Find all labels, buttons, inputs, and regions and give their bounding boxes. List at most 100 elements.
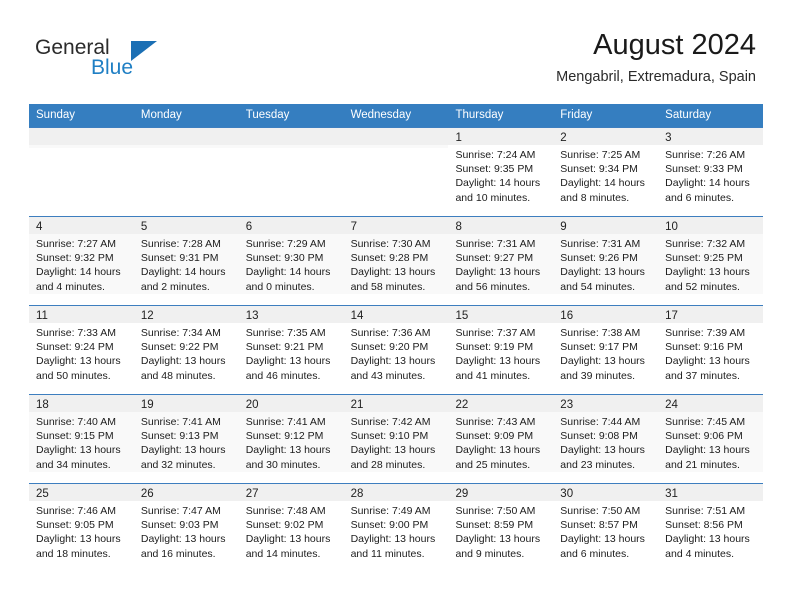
day-number: 12 [140, 310, 154, 322]
daylight-line-1: Daylight: 14 hours [245, 266, 331, 279]
day-cell[interactable]: 12 Sunrise: 7:34 AM Sunset: 9:22 PM Dayligh… [133, 305, 239, 394]
day-cell[interactable]: 13 Sunrise: 7:35 AM Sunset: 9:21 PM Dayligh… [238, 305, 344, 394]
day-cell[interactable]: 22 Sunrise: 7:43 AM Sunset: 9:09 PM Dayligh… [448, 394, 554, 483]
day-cell[interactable]: 8 Sunrise: 7:31 AM Sunset: 9:27 PM Daylight… [448, 216, 554, 305]
day-cell[interactable]: 15 Sunrise: 7:37 AM Sunset: 9:19 PM Dayligh… [448, 305, 554, 394]
day-details: Sunrise: 7:46 AM Sunset: 9:05 PM Daylight:… [29, 501, 134, 561]
sunset-line: Sunset: 9:35 PM [455, 163, 534, 176]
day-cell[interactable]: 1 Sunrise: 7:24 AM Sunset: 9:35 PM Daylight… [448, 127, 554, 216]
sunset-line: Sunset: 9:13 PM [140, 430, 219, 443]
daylight-line-1: Daylight: 13 hours [455, 355, 541, 368]
day-cell[interactable]: 5 Sunrise: 7:28 AM Sunset: 9:31 PM Daylight… [133, 216, 239, 305]
day-number: 1 [455, 132, 462, 144]
sunrise-line: Sunrise: 7:40 AM [36, 416, 116, 428]
day-number-bar: 30 [553, 484, 659, 501]
week-row: 18 Sunrise: 7:40 AM Sunset: 9:15 PM Dayligh… [29, 394, 764, 483]
daylight-line-2: and 30 minutes. [245, 458, 321, 471]
day-cell[interactable]: 21 Sunrise: 7:42 AM Sunset: 9:10 PM Dayligh… [343, 394, 449, 483]
page-header: General Blue August 2024 Mengabril, Extr… [0, 0, 792, 100]
sunrise-line: Sunrise: 7:41 AM [140, 416, 221, 428]
day-cell[interactable]: 27 Sunrise: 7:48 AM Sunset: 9:02 PM Dayligh… [238, 483, 344, 572]
daylight-line-1: Daylight: 13 hours [245, 355, 331, 368]
day-cell[interactable]: 31 Sunrise: 7:51 AM Sunset: 8:56 PM Dayligh… [658, 483, 764, 572]
day-cell[interactable]: 3 Sunrise: 7:26 AM Sunset: 9:33 PM Daylight… [658, 127, 764, 216]
day-cell[interactable]: 26 Sunrise: 7:47 AM Sunset: 9:03 PM Dayligh… [133, 483, 239, 572]
day-cell[interactable]: 7 Sunrise: 7:30 AM Sunset: 9:28 PM Daylight… [343, 216, 449, 305]
day-cell[interactable]: 16 Sunrise: 7:38 AM Sunset: 9:17 PM Dayligh… [553, 305, 659, 394]
weekday-header-saturday: Saturday [665, 109, 712, 121]
day-number-bar: 28 [343, 484, 449, 501]
day-number: 6 [245, 221, 253, 233]
day-number-bar: 11 [29, 306, 134, 323]
daylight-line-1: Daylight: 14 hours [140, 266, 226, 279]
day-cell[interactable]: 10 Sunrise: 7:32 AM Sunset: 9:25 PM Dayligh… [658, 216, 764, 305]
day-cell[interactable]: 2 Sunrise: 7:25 AM Sunset: 9:34 PM Daylight… [553, 127, 659, 216]
daylight-line-2: and 56 minutes. [455, 280, 531, 293]
day-number: 2 [560, 132, 567, 144]
day-cell[interactable]: 24 Sunrise: 7:45 AM Sunset: 9:06 PM Dayligh… [658, 394, 764, 483]
day-cell[interactable]: 28 Sunrise: 7:49 AM Sunset: 9:00 PM Dayligh… [343, 483, 449, 572]
day-cell[interactable]: 20 Sunrise: 7:41 AM Sunset: 9:12 PM Dayligh… [238, 394, 344, 483]
day-cell[interactable]: 9 Sunrise: 7:31 AM Sunset: 9:26 PM Daylight… [553, 216, 659, 305]
sunset-line: Sunset: 9:24 PM [36, 341, 114, 354]
daylight-line-1: Daylight: 13 hours [350, 533, 436, 546]
sunset-line: Sunset: 9:17 PM [560, 341, 638, 354]
brand-logo[interactable]: General Blue [35, 36, 235, 82]
sunrise-line: Sunrise: 7:39 AM [665, 327, 746, 339]
daylight-line-1: Daylight: 13 hours [665, 533, 750, 546]
day-cell[interactable]: 17 Sunrise: 7:39 AM Sunset: 9:16 PM Dayligh… [658, 305, 764, 394]
sunset-line: Sunset: 9:33 PM [665, 163, 743, 176]
day-details: Sunrise: 7:34 AM Sunset: 9:22 PM Daylight:… [133, 323, 239, 383]
day-number: 4 [36, 221, 43, 233]
daylight-line-2: and 11 minutes. [350, 547, 425, 560]
day-number-bar: 29 [448, 484, 554, 501]
day-cell[interactable]: 29 Sunrise: 7:50 AM Sunset: 8:59 PM Dayligh… [448, 483, 554, 572]
day-number-bar: 1 [448, 128, 554, 145]
day-number-bar: 22 [448, 395, 554, 412]
daylight-line-2: and 18 minutes. [36, 547, 111, 560]
daylight-line-1: Daylight: 13 hours [560, 533, 645, 546]
day-cell[interactable]: 18 Sunrise: 7:40 AM Sunset: 9:15 PM Dayligh… [29, 394, 134, 483]
day-cell[interactable]: 25 Sunrise: 7:46 AM Sunset: 9:05 PM Dayligh… [29, 483, 134, 572]
day-number-bar [343, 128, 449, 145]
daylight-line-2: and 34 minutes. [36, 458, 111, 471]
day-number: 24 [665, 399, 678, 411]
daylight-line-2: and 4 minutes. [665, 547, 735, 560]
calendar-page: General Blue August 2024 Mengabril, Extr… [0, 0, 792, 612]
day-cell[interactable]: 11 Sunrise: 7:33 AM Sunset: 9:24 PM Dayligh… [29, 305, 134, 394]
sunrise-line: Sunrise: 7:26 AM [665, 149, 746, 161]
day-number: 28 [350, 488, 364, 500]
day-number-bar: 7 [343, 217, 449, 234]
daylight-line-2: and 21 minutes. [665, 458, 740, 471]
day-number: 5 [140, 221, 148, 233]
sunrise-line: Sunrise: 7:49 AM [350, 505, 431, 517]
day-cell[interactable]: 19 Sunrise: 7:41 AM Sunset: 9:13 PM Dayligh… [133, 394, 239, 483]
day-details [29, 145, 134, 148]
sunset-line: Sunset: 9:21 PM [245, 341, 324, 354]
day-cell[interactable]: 14 Sunrise: 7:36 AM Sunset: 9:20 PM Dayligh… [343, 305, 449, 394]
daylight-line-2: and 43 minutes. [350, 369, 426, 382]
day-number: 25 [36, 488, 49, 500]
day-cell[interactable]: 6 Sunrise: 7:29 AM Sunset: 9:30 PM Daylight… [238, 216, 344, 305]
day-number: 31 [665, 488, 678, 500]
day-number: 19 [140, 399, 154, 411]
week-row: 25 Sunrise: 7:46 AM Sunset: 9:05 PM Dayligh… [29, 483, 764, 572]
daylight-line-2: and 16 minutes. [140, 547, 216, 560]
day-number: 9 [560, 221, 567, 233]
daylight-line-2: and 2 minutes. [140, 280, 210, 293]
day-number: 16 [560, 310, 574, 322]
sunset-line: Sunset: 9:31 PM [140, 252, 219, 265]
day-number-bar: 10 [658, 217, 764, 234]
daylight-line-1: Daylight: 13 hours [350, 444, 436, 457]
sunrise-line: Sunrise: 7:28 AM [140, 238, 221, 250]
daylight-line-1: Daylight: 14 hours [665, 177, 750, 190]
day-details: Sunrise: 7:29 AM Sunset: 9:30 PM Daylight:… [238, 234, 344, 294]
day-cell[interactable]: 4 Sunrise: 7:27 AM Sunset: 9:32 PM Daylight… [29, 216, 134, 305]
daylight-line-2: and 4 minutes. [36, 280, 105, 293]
daylight-line-1: Daylight: 13 hours [140, 533, 226, 546]
day-number-bar: 5 [133, 217, 239, 234]
day-number-bar: 27 [238, 484, 344, 501]
day-cell[interactable]: 23 Sunrise: 7:44 AM Sunset: 9:08 PM Dayligh… [553, 394, 659, 483]
daylight-line-2: and 48 minutes. [140, 369, 216, 382]
day-cell[interactable]: 30 Sunrise: 7:50 AM Sunset: 8:57 PM Dayligh… [553, 483, 659, 572]
